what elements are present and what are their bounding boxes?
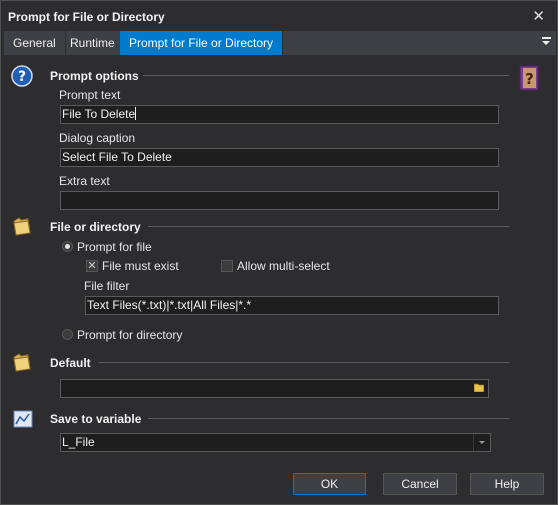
prompt-text-input[interactable]: File To Delete bbox=[60, 105, 499, 124]
file-must-exist-label: File must exist bbox=[102, 259, 179, 273]
svg-text:?: ? bbox=[18, 69, 26, 85]
file-filter-label: File filter bbox=[84, 279, 130, 293]
text-caret bbox=[135, 107, 137, 120]
svg-text:?: ? bbox=[525, 70, 534, 88]
tab-runtime[interactable]: Runtime bbox=[61, 31, 125, 55]
file-or-directory-heading: File or directory bbox=[50, 220, 141, 234]
tab-prompt-for-file-or-directory[interactable]: Prompt for File or Directory bbox=[120, 31, 284, 55]
file-filter-input[interactable]: Text Files(*.txt)|*.txt|All Files|*.* bbox=[85, 296, 499, 315]
save-to-variable-heading: Save to variable bbox=[50, 412, 142, 426]
help-icon: ? bbox=[11, 65, 33, 87]
default-value-input[interactable] bbox=[60, 379, 489, 398]
title-bar: Prompt for File or Directory ✕ bbox=[1, 1, 557, 31]
file-or-directory-divider bbox=[148, 226, 509, 227]
prompt-options-heading: Prompt options bbox=[50, 69, 139, 83]
file-must-exist-checkbox[interactable]: ✕ bbox=[86, 260, 98, 272]
window-title: Prompt for File or Directory bbox=[8, 10, 165, 24]
ok-button[interactable]: OK bbox=[293, 473, 366, 495]
allow-multi-select-label: Allow multi-select bbox=[237, 259, 330, 273]
save-to-variable-value: L_File bbox=[62, 435, 95, 449]
folder-browse-icon[interactable] bbox=[474, 383, 484, 392]
tab-general[interactable]: General bbox=[4, 31, 66, 55]
cancel-button[interactable]: Cancel bbox=[383, 473, 457, 495]
prompt-text-label: Prompt text bbox=[59, 88, 121, 102]
prompt-for-directory-label: Prompt for directory bbox=[77, 328, 183, 342]
allow-multi-select-checkbox[interactable] bbox=[221, 260, 233, 272]
dialog-caption-label: Dialog caption bbox=[59, 131, 136, 145]
tab-strip: General Runtime Prompt for File or Direc… bbox=[4, 31, 556, 55]
folder-icon bbox=[13, 217, 31, 236]
help-button[interactable]: Help bbox=[470, 473, 544, 495]
prompt-for-directory-radio[interactable] bbox=[62, 329, 73, 340]
chevron-down-icon[interactable] bbox=[473, 434, 490, 451]
help-book-icon[interactable]: ? bbox=[518, 65, 540, 91]
dialog-caption-input[interactable]: Select File To Delete bbox=[60, 148, 499, 167]
tab-menu-icon[interactable] bbox=[540, 35, 554, 49]
folder-icon bbox=[13, 353, 31, 372]
save-to-variable-divider bbox=[148, 418, 509, 419]
save-to-variable-combobox[interactable]: L_File bbox=[60, 433, 491, 452]
close-icon[interactable]: ✕ bbox=[532, 7, 545, 25]
default-divider bbox=[99, 362, 509, 363]
prompt-for-file-radio[interactable] bbox=[62, 241, 73, 252]
prompt-text-value: File To Delete bbox=[62, 107, 136, 121]
chart-icon bbox=[13, 410, 33, 428]
prompt-for-file-label: Prompt for file bbox=[77, 240, 152, 254]
default-heading: Default bbox=[50, 356, 91, 370]
extra-text-label: Extra text bbox=[59, 174, 110, 188]
dialog-window: Prompt for File or Directory ✕ General R… bbox=[0, 0, 558, 505]
prompt-options-divider bbox=[143, 75, 509, 76]
extra-text-input[interactable] bbox=[60, 191, 499, 210]
